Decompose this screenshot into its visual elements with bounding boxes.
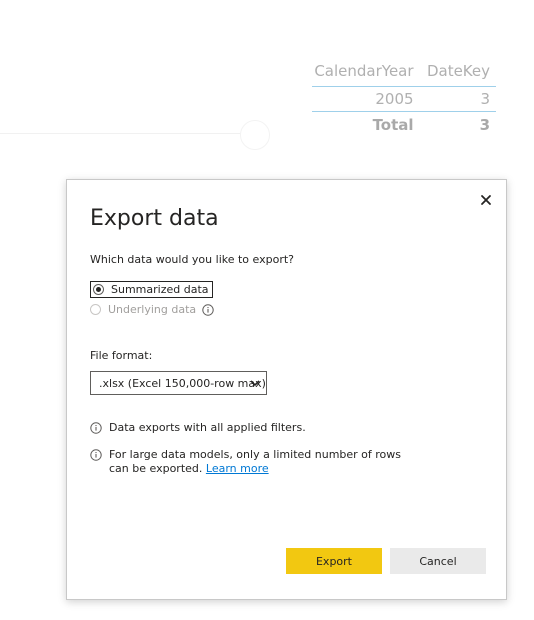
table-total-row: Total 3 (312, 112, 496, 138)
chevron-down-icon (250, 380, 260, 387)
file-format-label: File format: (90, 349, 153, 362)
table-row: 2005 3 (312, 87, 496, 112)
slicer-track (0, 133, 246, 134)
slicer-handle (240, 120, 270, 150)
focus-ring: Summarized data (90, 281, 213, 298)
info-icon (90, 449, 102, 461)
option-label-underlying: Underlying data (108, 303, 197, 316)
note-filters-text: Data exports with all applied filters. (109, 421, 306, 434)
radio-dot-icon (96, 287, 101, 292)
file-format-value: .xlsx (Excel 150,000-row max) (99, 376, 266, 390)
note-filters: Data exports with all applied filters. (90, 421, 420, 435)
option-summarized-data[interactable]: Summarized data (90, 281, 213, 298)
report-table: CalendarYear DateKey 2005 3 Total 3 (312, 56, 496, 138)
close-icon[interactable] (478, 192, 494, 208)
file-format-select[interactable]: .xlsx (Excel 150,000-row max) (90, 371, 267, 395)
option-label-summarized: Summarized data (111, 283, 209, 296)
total-value: 3 (479, 116, 490, 134)
dialog-title: Export data (90, 206, 219, 231)
info-icon (90, 422, 102, 434)
header-calendaryear: CalendarYear (314, 62, 414, 80)
total-label: Total (372, 116, 414, 134)
note-large-models: For large data models, only a limited nu… (90, 448, 420, 476)
cell-calendaryear: 2005 (375, 90, 414, 108)
cell-datekey: 3 (480, 90, 490, 108)
info-icon[interactable] (202, 303, 214, 316)
cancel-button[interactable]: Cancel (390, 548, 486, 574)
header-datekey: DateKey (426, 62, 490, 80)
export-question: Which data would you like to export? (90, 253, 294, 266)
option-underlying-data[interactable]: Underlying data (90, 303, 214, 316)
note-large-models-body: For large data models, only a limited nu… (109, 448, 420, 476)
export-button[interactable]: Export (286, 548, 382, 574)
radio-summarized[interactable] (93, 284, 104, 295)
export-data-dialog: Export data Which data would you like to… (66, 179, 507, 600)
learn-more-link[interactable]: Learn more (206, 462, 269, 475)
table-header-row: CalendarYear DateKey (312, 56, 496, 87)
radio-underlying[interactable] (90, 304, 101, 315)
